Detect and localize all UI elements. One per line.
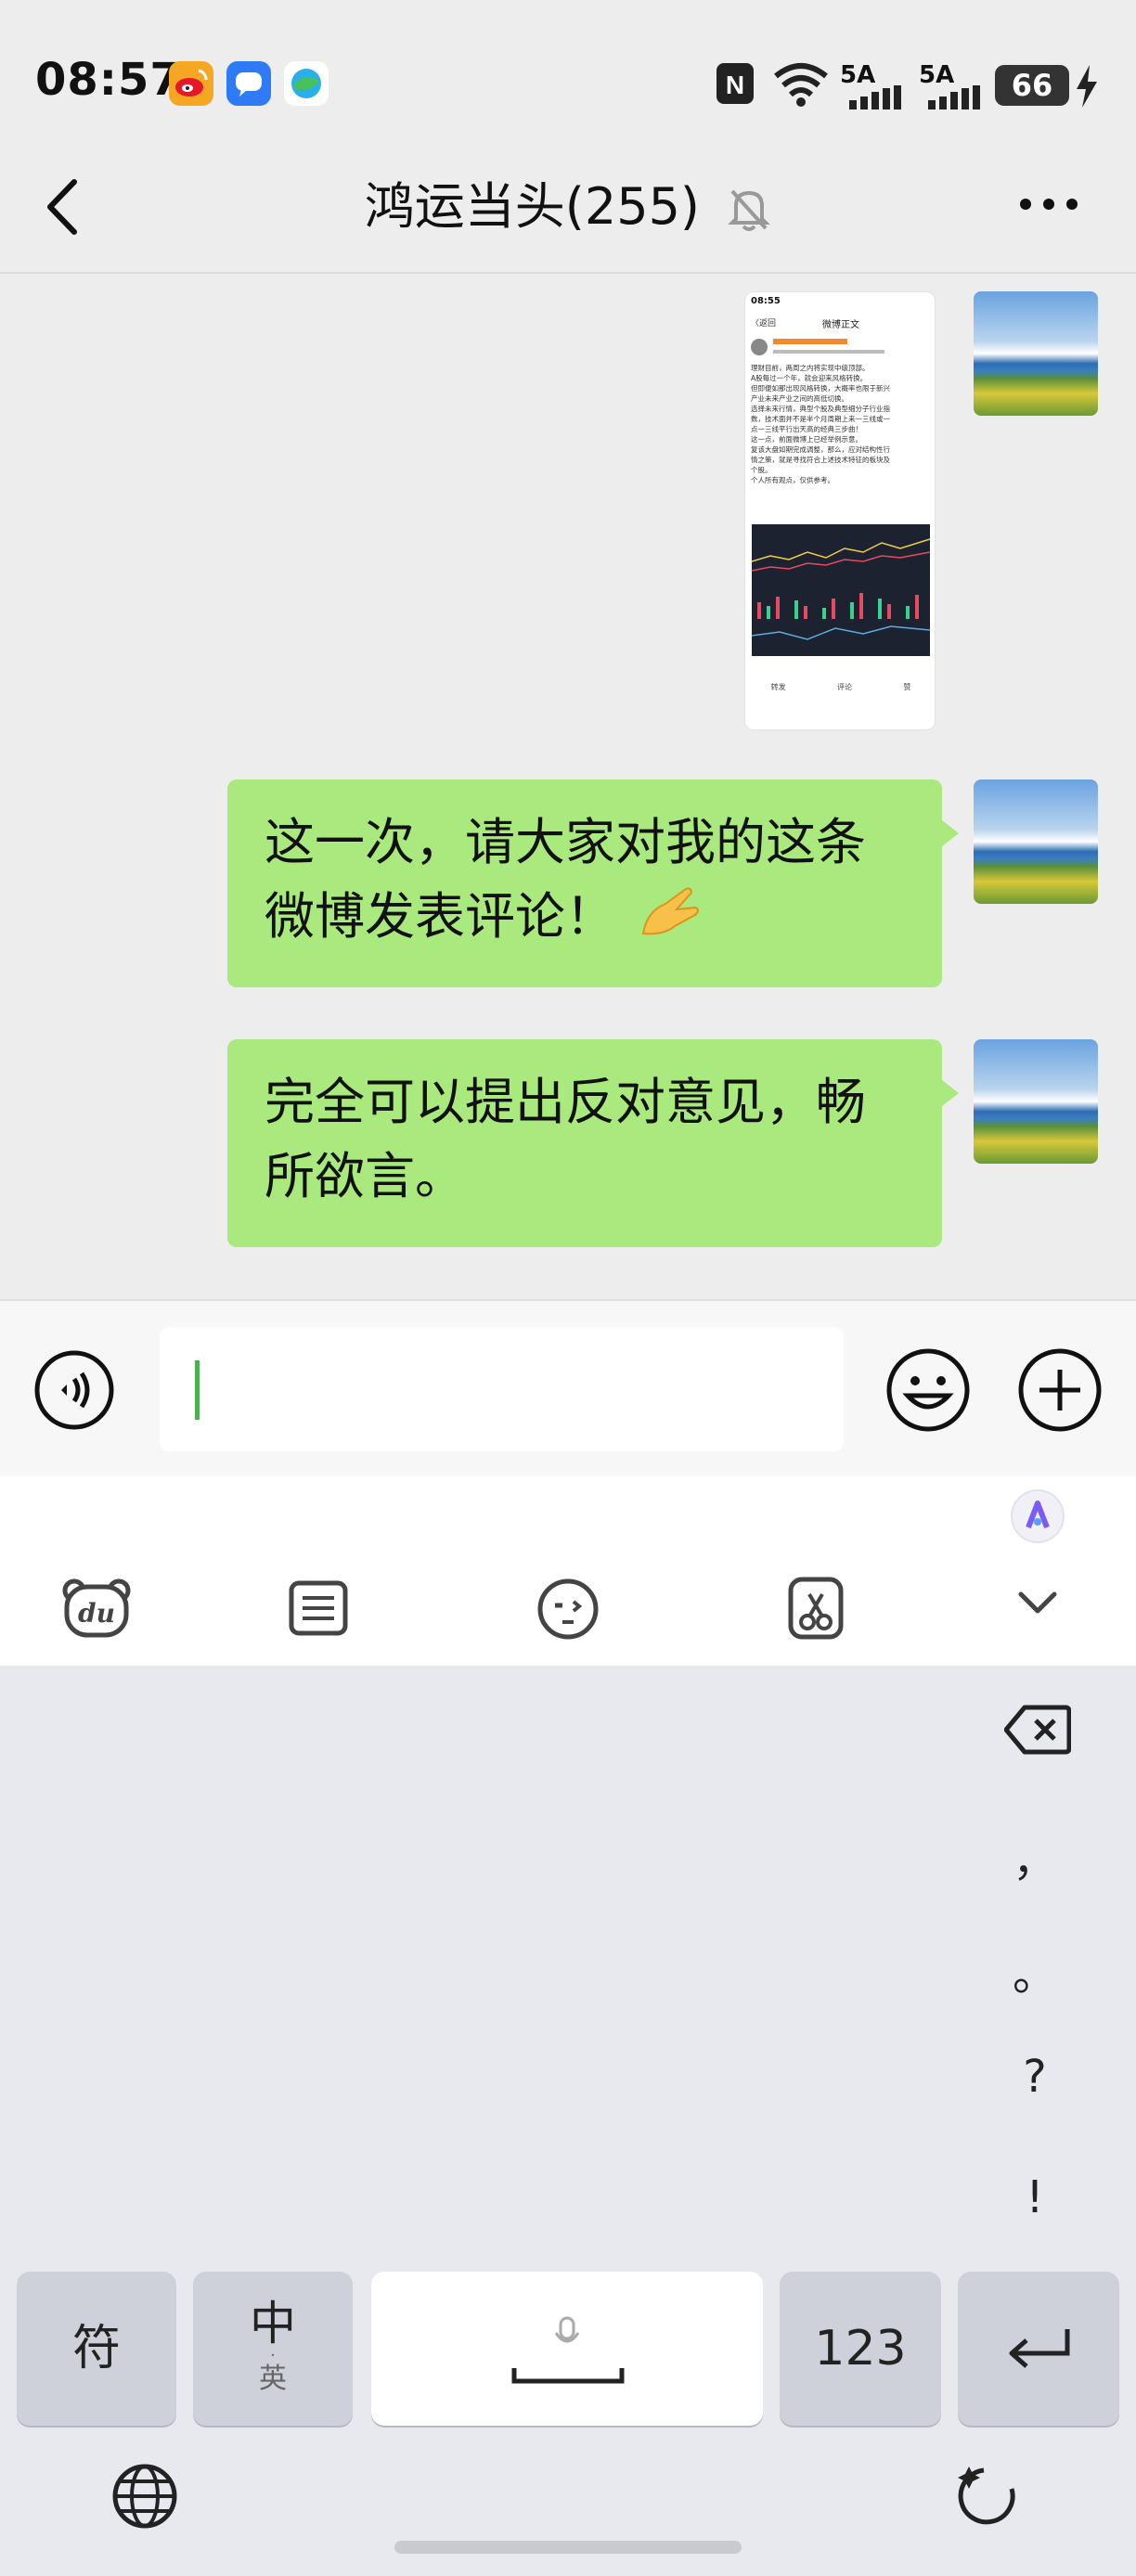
- ai-assistant-icon[interactable]: [1010, 1488, 1065, 1544]
- numbers-key[interactable]: 123: [780, 2272, 941, 2426]
- pinching-hand-emoji-icon: [638, 883, 703, 939]
- punct-exclaim-key[interactable]: !: [1002, 2171, 1067, 2223]
- preview-avatar: [751, 339, 768, 355]
- preview-line: 数，技术面并不是半个月周期上来一三线或一: [751, 415, 890, 423]
- avatar[interactable]: [974, 291, 1098, 416]
- avatar[interactable]: [974, 1039, 1098, 1164]
- symbol-key[interactable]: 符: [17, 2272, 176, 2426]
- message-line: 所欲言。: [265, 1147, 465, 1205]
- punct-comma-key[interactable]: ，: [1002, 1823, 1067, 1888]
- chat-title: 鸿运当头(255): [0, 165, 1136, 238]
- message-line: 这一次，请大家对我的这条: [265, 813, 866, 871]
- preview-time: 08:55: [751, 296, 781, 306]
- message-input[interactable]: [160, 1327, 844, 1451]
- backspace-icon[interactable]: [1004, 1704, 1071, 1756]
- svg-text:du: du: [78, 1598, 115, 1629]
- keyboard-toolbar: du: [0, 1475, 1136, 1666]
- status-time: 08:57: [35, 54, 182, 106]
- preview-text: 理财目前，两周之内将实现中级顶部。 A股每过一个年，就会迎来风格转换。 但即便如…: [751, 363, 931, 485]
- message-app-icon: [226, 61, 271, 106]
- weibo-app-icon: [169, 61, 213, 106]
- message-list[interactable]: 08:55 〈返回 微博正文 理财目前，两周之内将实现中级顶部。 A股每过一个年…: [0, 276, 1136, 1296]
- status-bar: 08:57 N 5A 5A 66: [0, 0, 1136, 139]
- english-label: 英: [259, 2363, 287, 2395]
- preview-comment: 评论: [836, 683, 852, 691]
- emoticon-face-icon[interactable]: [536, 1578, 600, 1641]
- mic-icon: [553, 2316, 581, 2353]
- battery-level: 66: [995, 65, 1069, 106]
- punct-question-key[interactable]: ?: [1002, 2051, 1067, 2103]
- home-indicator[interactable]: [394, 2541, 742, 2554]
- emoji-icon[interactable]: [885, 1347, 971, 1433]
- message-line: 微博发表评论！: [265, 887, 615, 946]
- preview-line: 产业未来产业之间的高低切换。: [751, 394, 848, 403]
- browser-app-icon: [284, 61, 329, 106]
- preview-line: 但即便如那出现风格转换，大概率也限于新兴: [751, 384, 890, 393]
- separator-dot: •: [270, 2351, 276, 2360]
- punct-period-key[interactable]: 。: [1002, 1938, 1067, 2003]
- enter-key[interactable]: [958, 2272, 1119, 2426]
- text-caret: [195, 1360, 200, 1420]
- preview-line: 理财目前，两周之内将实现中级顶部。: [751, 364, 870, 372]
- signal-icon-1: [849, 85, 903, 109]
- chinese-english-key[interactable]: 中 • 英: [193, 2272, 353, 2426]
- preview-username-bar: [773, 339, 847, 344]
- baidu-input-icon[interactable]: du: [61, 1578, 132, 1639]
- keyboard-layout-icon[interactable]: [288, 1579, 349, 1637]
- chat-title-text: 鸿运当头(255): [364, 177, 701, 236]
- image-message[interactable]: 08:55 〈返回 微博正文 理财目前，两周之内将实现中级顶部。 A股每过一个年…: [744, 291, 936, 730]
- preview-line: 情之策，就是寻找符合上述技术特征的板块及: [751, 456, 890, 464]
- charging-icon: [1075, 65, 1099, 108]
- preview-repost: 转发: [770, 683, 786, 691]
- clipboard-scissors-icon[interactable]: [787, 1576, 845, 1641]
- collapse-keyboard-icon[interactable]: [1017, 1589, 1058, 1616]
- preview-line: A股每过一个年，就会迎来风格转换。: [751, 374, 868, 382]
- chat-header: 鸿运当头(255): [0, 139, 1136, 274]
- muted-bell-icon: [727, 186, 771, 234]
- keyboard: [0, 1666, 1136, 2576]
- preview-title: 微博正文: [822, 320, 859, 330]
- stock-chart-thumbnail: [752, 524, 930, 656]
- preview-line: 复该大盘如期完成调整，那么，应对结构性行: [751, 445, 890, 454]
- preview-actions: 转发 评论 赞: [745, 682, 935, 692]
- preview-line: 个股。: [751, 466, 772, 474]
- space-bar-icon: [510, 2364, 626, 2387]
- more-options-icon[interactable]: [1016, 193, 1081, 215]
- svg-text:N: N: [726, 71, 744, 99]
- message-line: 完全可以提出反对意见，畅: [265, 1073, 866, 1131]
- message-line-with-emoji: 微博发表评论！: [265, 880, 905, 954]
- preview-meta-bar: [773, 350, 884, 354]
- wifi-icon: [770, 59, 832, 108]
- ai-refresh-sparkle-icon[interactable]: [956, 2461, 1026, 2531]
- text-message[interactable]: 完全可以提出反对意见，畅 所欲言。: [227, 1039, 959, 1247]
- preview-line: 点一三线平行出天高的经典三步曲！: [751, 425, 862, 433]
- preview-like: 赞: [903, 683, 911, 691]
- space-key[interactable]: [371, 2272, 763, 2426]
- preview-line: 选择未来行情，典型个股及典型细分子行业指: [751, 405, 890, 413]
- voice-input-icon[interactable]: [33, 1349, 115, 1431]
- preview-line: 这一点，前面微博上已经举例示意。: [751, 435, 862, 444]
- language-globe-icon[interactable]: [111, 2463, 178, 2530]
- chinese-label: 中: [250, 2297, 296, 2351]
- text-message[interactable]: 这一次，请大家对我的这条 微博发表评论！: [227, 779, 959, 987]
- avatar[interactable]: [974, 779, 1098, 904]
- preview-line: 个人所有观点，仅供参考。: [751, 476, 834, 484]
- signal-icon-2: [928, 85, 982, 109]
- enter-arrow-icon: [1006, 2325, 1073, 2372]
- add-attachment-icon[interactable]: [1017, 1347, 1103, 1433]
- nfc-icon: N: [715, 61, 755, 106]
- message-input-bar: [0, 1299, 1136, 1475]
